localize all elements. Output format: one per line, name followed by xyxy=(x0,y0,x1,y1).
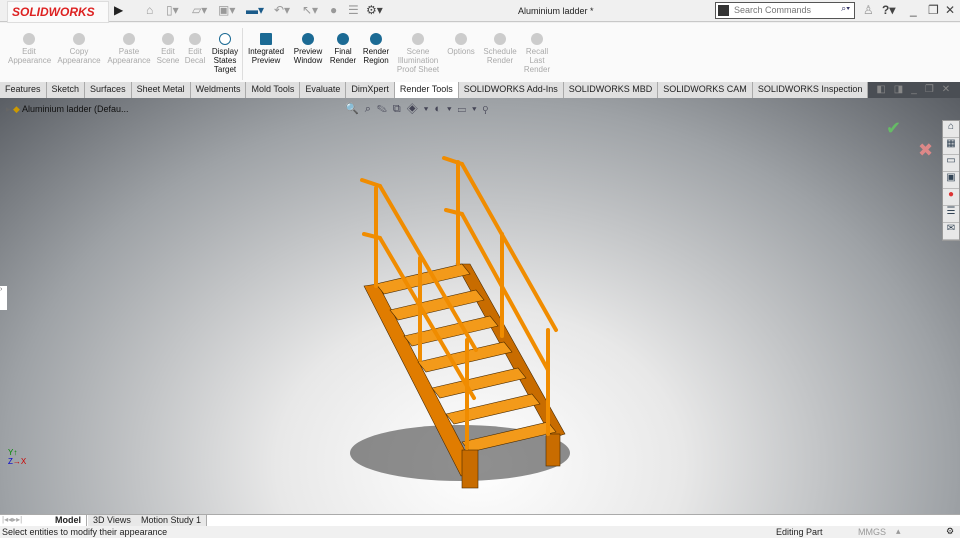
search-commands-input[interactable]: Search Commands ⌕▾ xyxy=(715,2,855,19)
search-icon[interactable]: ⌕▾ xyxy=(841,3,850,14)
appearances-icon[interactable]: ● xyxy=(943,189,959,206)
tab-model[interactable]: Model xyxy=(50,515,87,526)
tab-evaluate[interactable]: Evaluate xyxy=(300,82,347,98)
task-pane-tabs: ⌂ ▦ ▭ ▣ ● ☰ ✉ xyxy=(942,120,960,241)
paste-appearance-button[interactable]: Paste Appearance xyxy=(106,33,152,65)
recall-render-icon xyxy=(531,33,543,45)
options-icon xyxy=(455,33,467,45)
right-foot xyxy=(545,433,561,467)
file-properties-icon[interactable]: ☰ xyxy=(348,3,359,17)
units-selector[interactable]: MMGS xyxy=(858,527,886,537)
integrated-preview-button[interactable]: Integrated Preview xyxy=(246,33,286,65)
recall-last-render-button[interactable]: Recall Last Render xyxy=(522,33,552,74)
custom-properties-icon[interactable]: ☰ xyxy=(943,206,959,223)
edit-appearance-button[interactable]: Edit Appearance xyxy=(8,33,51,65)
tab-solidworks-cam[interactable]: SOLIDWORKS CAM xyxy=(658,82,753,98)
rebuild-icon[interactable]: ● xyxy=(330,3,337,17)
final-render-button[interactable]: Final Render xyxy=(328,33,358,65)
options-button[interactable]: Options xyxy=(444,33,478,56)
user-icon[interactable]: ♙ xyxy=(863,3,874,17)
command-icon xyxy=(718,5,729,16)
tab-3d-views[interactable]: 3D Views xyxy=(88,515,137,526)
tab-weldments[interactable]: Weldments xyxy=(190,82,247,98)
edit-scene-icon xyxy=(162,33,174,45)
preview-window-icon xyxy=(302,33,314,45)
select-icon[interactable]: ↖▾ xyxy=(302,3,318,17)
tab-solidworks-inspection[interactable]: SOLIDWORKS Inspection xyxy=(752,82,869,98)
status-bar: Select entities to modify their appearan… xyxy=(0,526,960,538)
edit-decal-button[interactable]: Edit Decal xyxy=(184,33,206,65)
customize-icon[interactable]: ⚙ xyxy=(946,526,954,537)
open-icon[interactable]: ▱▾ xyxy=(192,3,207,17)
tab-solidworks-add-ins[interactable]: SOLIDWORKS Add-Ins xyxy=(458,82,564,98)
close-icon[interactable]: ✕ xyxy=(945,3,955,17)
solidworks-logo[interactable]: SOLIDWORKS xyxy=(7,1,109,23)
title-bar: SOLIDWORKS ▶ ⌂ ▯▾ ▱▾ ▣▾ ▬▾ ↶▾ ↖▾ ● ☰ ⚙▾ … xyxy=(0,0,960,23)
edit-appearance-icon xyxy=(23,33,35,45)
schedule-render-button[interactable]: Schedule Render xyxy=(482,33,518,65)
tab-sketch[interactable]: Sketch xyxy=(46,82,86,98)
proof-sheet-icon xyxy=(412,33,424,45)
options-gear-icon[interactable]: ⚙▾ xyxy=(366,3,383,17)
minimize-icon[interactable]: _ xyxy=(910,3,917,17)
command-manager: Edit Appearance Copy Appearance Paste Ap… xyxy=(0,23,960,82)
model-tabs-bar: |◂◂▸▸| Model 3D Views Motion Study 1 xyxy=(0,514,960,526)
status-message: Select entities to modify their appearan… xyxy=(2,527,168,537)
triad-axis-indicator: Y↑ Z→X xyxy=(8,448,27,466)
edit-decal-icon xyxy=(189,33,201,45)
paste-appearance-icon xyxy=(123,33,135,45)
render-region-icon xyxy=(370,33,382,45)
target-icon xyxy=(219,33,231,45)
tab-scroll-arrows[interactable]: |◂◂▸▸| xyxy=(2,515,22,524)
scene-illumination-proof-sheet-button[interactable]: Scene Illumination Proof Sheet xyxy=(396,33,440,74)
document-title: Aluminium ladder * xyxy=(518,6,594,16)
undo-icon[interactable]: ↶▾ xyxy=(274,3,290,17)
design-library-icon[interactable]: ▦ xyxy=(943,138,959,155)
units-arrow-icon[interactable]: ▴ xyxy=(896,526,901,537)
print-icon[interactable]: ▬▾ xyxy=(246,3,264,17)
display-states-target-button[interactable]: Display States Target xyxy=(210,33,240,74)
tab-features[interactable]: Features xyxy=(0,82,47,98)
left-foot xyxy=(461,449,479,489)
preview-window-button[interactable]: Preview Window xyxy=(290,33,326,65)
save-icon[interactable]: ▣▾ xyxy=(218,3,235,17)
new-icon[interactable]: ▯▾ xyxy=(166,3,179,17)
schedule-render-icon xyxy=(494,33,506,45)
restore-icon[interactable]: ❐ xyxy=(928,3,939,17)
render-region-button[interactable]: Render Region xyxy=(360,33,392,65)
command-manager-tabs: Features Sketch Surfaces Sheet Metal Wel… xyxy=(0,82,960,98)
forum-icon[interactable]: ✉ xyxy=(943,223,959,240)
ladder-model xyxy=(350,156,570,489)
copy-appearance-icon xyxy=(73,33,85,45)
tab-solidworks-mbd[interactable]: SOLIDWORKS MBD xyxy=(563,82,659,98)
view-palette-icon[interactable]: ▣ xyxy=(943,172,959,189)
file-explorer-icon[interactable]: ▭ xyxy=(943,155,959,172)
tab-motion-study-1[interactable]: Motion Study 1 xyxy=(136,515,208,526)
graphics-area[interactable]: ▸ ◆ Aluminium ladder (Defau... 🔍⌕✎⧉◈▾◐▾▭… xyxy=(0,98,960,514)
tab-mold-tools[interactable]: Mold Tools xyxy=(246,82,301,98)
copy-appearance-button[interactable]: Copy Appearance xyxy=(56,33,102,65)
tab-sheet-metal[interactable]: Sheet Metal xyxy=(131,82,191,98)
tab-surfaces[interactable]: Surfaces xyxy=(85,82,132,98)
integrated-preview-icon xyxy=(260,33,272,45)
tab-render-tools[interactable]: Render Tools xyxy=(394,82,459,98)
viewport-window-controls[interactable]: ◧◨_❐✕ xyxy=(868,82,960,98)
final-render-icon xyxy=(337,33,349,45)
home-icon[interactable]: ⌂ xyxy=(146,3,153,17)
expand-menu-icon[interactable]: ▶ xyxy=(114,3,123,17)
edit-scene-button[interactable]: Edit Scene xyxy=(156,33,180,65)
tab-dimxpert[interactable]: DimXpert xyxy=(346,82,395,98)
home-icon[interactable]: ⌂ xyxy=(943,121,959,138)
help-icon[interactable]: ?▾ xyxy=(882,3,895,17)
ribbon-separator xyxy=(242,28,243,80)
editing-mode: Editing Part xyxy=(776,527,823,537)
